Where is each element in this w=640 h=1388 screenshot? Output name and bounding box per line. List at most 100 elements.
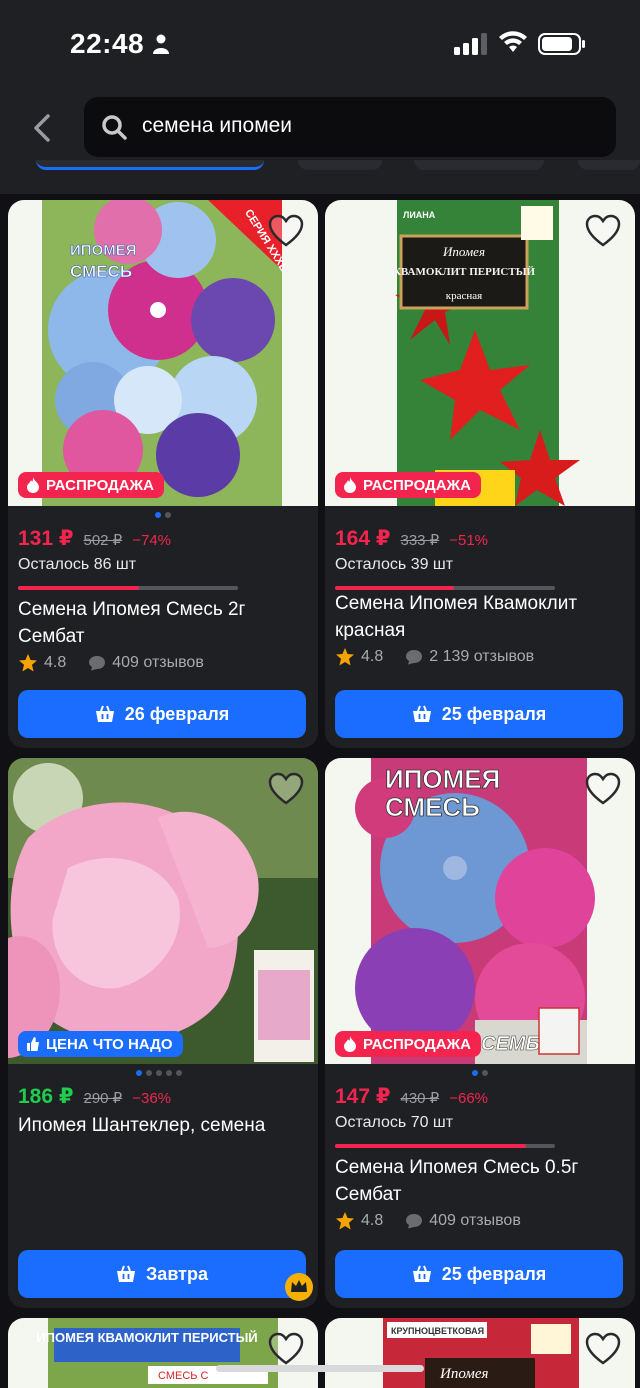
product-card[interactable]: Ипомея красная КВАМОКЛИТ ПЕРИСТЫЙ ЛИАНА … [325,200,635,748]
star-icon [336,648,354,666]
back-arrow-icon[interactable] [28,110,56,146]
badge-label: РАСПРОДАЖА [46,476,154,494]
stock-remaining: Осталось 70 шт [335,1114,454,1131]
star-icon [19,654,37,672]
battery-icon [538,33,585,55]
flame-icon [344,477,356,493]
search-icon [102,115,127,140]
image-pager [136,1070,182,1076]
product-title[interactable]: Семена Ипомея Смесь 2г Сембат [18,596,308,650]
search-input[interactable]: семена ипомеи [84,97,616,157]
basket-icon [95,705,114,722]
flame-icon [27,477,39,493]
pager-dot [165,512,171,518]
badge-label: РАСПРОДАЖА [363,1035,471,1053]
image-pager [472,1070,488,1076]
product-image[interactable]: ИПОМЕЯ СМЕСЬ СЕРИЯ XXXL РАСПРОДАЖА [8,200,318,506]
product-image[interactable]: ИПОМЕЯ СМЕСЬ СЕМБАТ РАСПРОДАЖА [325,758,635,1064]
old-price: 333 ₽ [400,532,440,549]
delivery-date: 26 февраля [124,703,230,724]
status-bar: 22:48 [0,0,640,88]
person-icon [153,34,169,54]
product-card[interactable]: ИПОМЕЯ КВАМОКЛИТ ПЕРИСТЫЙ СМЕСЬ С [8,1318,318,1388]
pager-dot [166,1070,172,1076]
delivery-button[interactable]: 26 февраля [18,690,306,738]
stock-bar-fill [335,1144,527,1148]
product-image-label: Ипомея [439,1366,488,1382]
flame-icon [344,1036,356,1052]
delivery-date: 25 февраля [441,1263,547,1284]
home-indicator[interactable] [216,1365,424,1372]
delivery-button[interactable]: 25 февраля [335,1250,623,1298]
reviews-count: 2 139 отзывов [429,648,535,665]
product-image[interactable]: КРУПНОЦВЕТКОВАЯ Ипомея [325,1318,635,1388]
product-image-label: Ипомея [442,244,485,259]
product-image-label: КРУПНОЦВЕТКОВАЯ [391,1326,484,1336]
price-row: 131 ₽ 502 ₽ −74% [18,526,171,551]
favorite-heart-icon[interactable] [585,214,621,248]
current-price: 186 ₽ [18,1085,74,1108]
favorite-heart-icon[interactable] [268,1332,304,1366]
badge-label: РАСПРОДАЖА [363,476,471,494]
product-title[interactable]: Семена Ипомея Смесь 0.5г Сембат [335,1154,625,1208]
rating-row: 4.8 2 139 отзывов [335,647,534,667]
rating-value: 4.8 [44,654,67,671]
comment-bubble-icon [406,650,423,665]
product-card[interactable]: КРУПНОЦВЕТКОВАЯ Ипомея [325,1318,635,1388]
product-image-label: ИПОМЕЯ [70,242,137,259]
discount: −74% [132,532,172,549]
pager-dot [155,512,161,518]
stock-bar [335,1144,555,1148]
old-price: 502 ₽ [83,532,123,549]
product-image-label: ЛИАНА [403,210,436,220]
crown-badge-icon [285,1273,313,1301]
product-image-label: КВАМОКЛИТ ПЕРИСТЫЙ [393,266,536,278]
discount: −66% [449,1090,489,1107]
status-time: 22:48 [70,28,145,59]
discount: −36% [132,1090,172,1107]
delivery-button[interactable]: 25 февраля [335,690,623,738]
search-header: семена ипомеи [0,88,640,194]
price-row: 164 ₽ 333 ₽ −51% [335,526,488,551]
delivery-date: 25 февраля [441,703,547,724]
comment-bubble-icon [406,1214,423,1229]
comment-bubble-icon [89,656,106,671]
rating-value: 4.8 [361,648,384,665]
reviews-count: 409 отзывов [429,1212,521,1229]
product-image[interactable]: ИПОМЕЯ КВАМОКЛИТ ПЕРИСТЫЙ СМЕСЬ С [8,1318,318,1388]
product-title[interactable]: Семена Ипомея Квамоклит красная [335,590,625,644]
filter-chip[interactable] [578,160,640,170]
delivery-button[interactable]: Завтра [18,1250,306,1298]
pager-dot [482,1070,488,1076]
product-card[interactable]: ЦЕНА ЧТО НАДО 186 ₽ 290 ₽ −36% Ипомея Ша… [8,758,318,1308]
delivery-date: Завтра [146,1263,208,1284]
favorite-heart-icon[interactable] [585,772,621,806]
product-image[interactable]: Ипомея красная КВАМОКЛИТ ПЕРИСТЫЙ ЛИАНА … [325,200,635,506]
filter-chip[interactable] [298,160,382,170]
old-price: 430 ₽ [400,1090,440,1107]
basket-icon [117,1265,136,1282]
reviews-count: 409 отзывов [112,654,204,671]
pager-dot [176,1070,182,1076]
favorite-heart-icon[interactable] [268,214,304,248]
favorite-heart-icon[interactable] [268,772,304,806]
old-price: 290 ₽ [83,1090,123,1107]
product-card[interactable]: ИПОМЕЯ СМЕСЬ СЕРИЯ XXXL РАСПРОДАЖА 131 ₽… [8,200,318,748]
favorite-heart-icon[interactable] [585,1332,621,1366]
image-pager [155,512,171,518]
filter-chip[interactable] [36,160,264,170]
current-price: 131 ₽ [18,527,74,550]
rating-value: 4.8 [361,1212,384,1229]
product-image[interactable]: ЦЕНА ЧТО НАДО [8,758,318,1064]
star-icon [336,1212,354,1230]
filter-chip[interactable] [414,160,544,170]
pager-dot [146,1070,152,1076]
product-image-label: ИПОМЕЯ [385,764,500,794]
product-title[interactable]: Ипомея Шантеклер, семена [18,1112,308,1139]
product-card[interactable]: ИПОМЕЯ СМЕСЬ СЕМБАТ РАСПРОДАЖА 147 ₽ 430… [325,758,635,1308]
rating-row: 4.8 409 отзывов [335,1211,521,1231]
discount: −51% [449,532,489,549]
search-query-text: семена ипомеи [142,114,293,137]
pager-dot [136,1070,142,1076]
rating-row: 4.8 409 отзывов [18,653,204,673]
